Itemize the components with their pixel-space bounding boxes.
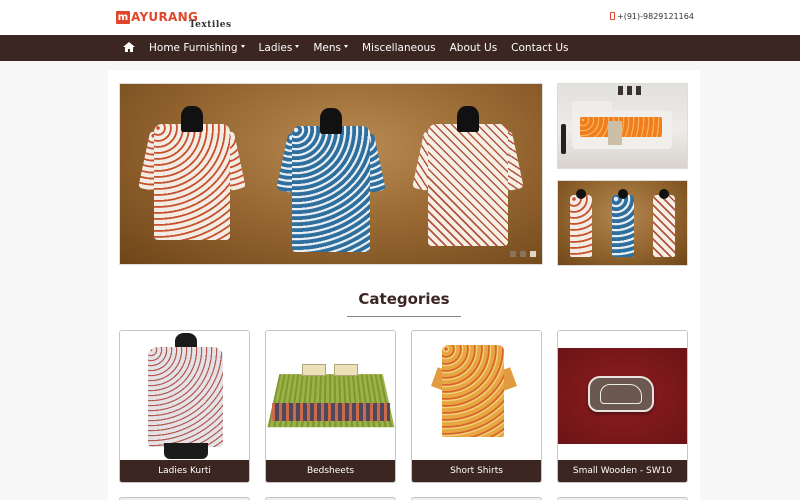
nav-home[interactable]: [116, 35, 142, 61]
nav-menu: Home Furnishing Ladies Mens Miscellaneou…: [116, 35, 576, 61]
category-image: [120, 331, 249, 462]
slide-kurti-3: [412, 106, 524, 246]
nav-label: About Us: [449, 42, 498, 54]
slider-pagination: [510, 251, 536, 257]
side-table: [561, 124, 566, 154]
elephant-block: [588, 376, 654, 412]
category-label: Small Wooden - SW10: [558, 460, 687, 482]
category-image: [412, 331, 541, 462]
category-card-bedsheets[interactable]: Bedsheets: [265, 330, 396, 483]
nav-label: Home Furnishing: [149, 42, 238, 54]
nav-label: Miscellaneous: [362, 42, 436, 54]
nav-mens[interactable]: Mens: [306, 35, 355, 61]
category-label: Bedsheets: [266, 460, 395, 482]
caret-down-icon: [240, 45, 245, 48]
caret-down-icon: [344, 45, 348, 48]
heading-underline: [347, 316, 461, 317]
category-label: Short Shirts: [412, 460, 541, 482]
nav-home-furnishing[interactable]: Home Furnishing: [142, 35, 252, 61]
nav-ladies[interactable]: Ladies: [252, 35, 307, 61]
slide-kurti-1: [138, 106, 246, 240]
category-card-small-wooden[interactable]: Small Wooden - SW10: [557, 330, 688, 483]
nav-label: Contact Us: [511, 42, 569, 54]
slider-dot-2[interactable]: [520, 251, 526, 257]
wall-frames: [618, 86, 641, 95]
side-image-kurtis[interactable]: [557, 180, 688, 266]
caret-down-icon: [295, 45, 300, 48]
nav-miscellaneous[interactable]: Miscellaneous: [355, 35, 443, 61]
phone-number: +(91)-9829121164: [617, 12, 694, 21]
categories-heading: Categories: [358, 290, 450, 308]
category-image: [558, 331, 687, 462]
logo-subtitle: Textiles: [189, 20, 232, 30]
top-header: m AYURANG Textiles +(91)-9829121164: [0, 0, 800, 35]
nav-label: Ladies: [258, 42, 293, 54]
slider-dot-3-active[interactable]: [530, 251, 536, 257]
side-image-bedroom[interactable]: [557, 83, 688, 169]
logo-mark: m: [116, 11, 130, 24]
nav-about-us[interactable]: About Us: [443, 35, 505, 61]
category-label: Ladies Kurti: [120, 460, 249, 482]
category-card-ladies-kurti[interactable]: Ladies Kurti: [119, 330, 250, 483]
main-navbar: Home Furnishing Ladies Mens Miscellaneou…: [0, 35, 800, 61]
hero-slider[interactable]: [119, 83, 543, 265]
bed-image: [572, 101, 672, 149]
mini-kurti-2: [612, 189, 634, 257]
slide-kurti-2: [276, 108, 386, 252]
home-icon: [123, 42, 135, 52]
mini-kurti-1: [570, 189, 592, 257]
slider-dot-1[interactable]: [510, 251, 516, 257]
nav-label: Mens: [313, 42, 341, 54]
mobile-phone-icon: [610, 12, 615, 20]
contact-phone: +(91)-9829121164: [610, 12, 694, 21]
nav-contact-us[interactable]: Contact Us: [504, 35, 575, 61]
category-image: [266, 331, 395, 462]
mini-kurti-3: [653, 189, 675, 257]
category-card-short-shirts[interactable]: Short Shirts: [411, 330, 542, 483]
